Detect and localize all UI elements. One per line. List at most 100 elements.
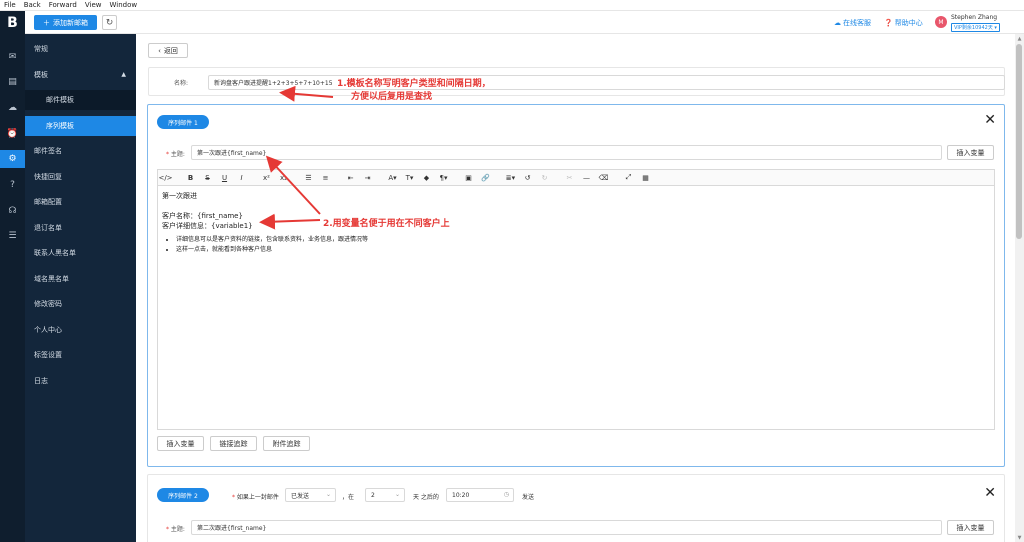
days-select[interactable]: 2 ⌄ [365, 488, 405, 502]
scrollbar-thumb[interactable] [1016, 44, 1022, 239]
menu-view[interactable]: View [85, 1, 102, 9]
preview-icon[interactable]: ▦ [638, 170, 653, 185]
cut-icon[interactable]: ✂ [562, 170, 577, 185]
subject-input[interactable]: 第二次跟进{first_name} [191, 520, 942, 535]
chevron-up-icon: ▲ [121, 71, 126, 78]
user-name[interactable]: Stephen Zhang [951, 14, 997, 21]
online-service-link[interactable]: ☁ 在线客服 [834, 18, 871, 28]
scroll-down-icon[interactable]: ▼ [1015, 533, 1024, 542]
sidebar-item-tag-settings[interactable]: 标签设置 [25, 345, 136, 365]
menu-file[interactable]: File [4, 1, 16, 9]
back-label: 返回 [163, 46, 178, 55]
vip-badge[interactable]: VIP剩余10942天 ▾ [951, 23, 1000, 32]
insert-variable-button[interactable]: 插入变量 [947, 145, 994, 160]
link-tracking-button[interactable]: 链接追踪 [210, 436, 257, 451]
numbered-list-icon[interactable]: ≡ [318, 170, 333, 185]
sidebar-item-contact-blacklist[interactable]: 联系人黑名单 [25, 243, 136, 263]
status-select[interactable]: 已发送 ⌄ [285, 488, 336, 502]
logo-letter: B [7, 14, 18, 31]
scroll-up-icon[interactable]: ▲ [1015, 34, 1024, 43]
subscript-icon[interactable]: x₂ [276, 170, 291, 185]
fullscreen-icon[interactable]: ⤢ [621, 170, 636, 185]
outdent-icon[interactable]: ⇤ [343, 170, 358, 185]
italic-icon[interactable]: I [234, 170, 249, 185]
insert-variable-label: 插入变量 [956, 523, 985, 532]
alarm-icon[interactable]: ⏰ [0, 125, 25, 143]
font-color-icon[interactable]: A▾ [385, 170, 400, 185]
menu-forward[interactable]: Forward [49, 1, 77, 9]
image-icon[interactable]: ▣ [461, 170, 476, 185]
sidebar-item-quick-replies[interactable]: 快捷回复 [25, 167, 136, 187]
refresh-button[interactable]: ↻ [102, 15, 117, 30]
sequence-email-2-tab[interactable]: 序列邮件 2 [157, 488, 209, 502]
link-icon[interactable]: 🔗 [478, 170, 493, 185]
condition-days-after: 天 之后的 [413, 494, 439, 501]
paragraph-icon[interactable]: ¶▾ [436, 170, 451, 185]
underline-icon[interactable]: U [217, 170, 232, 185]
gear-icon[interactable]: ⚙ [0, 150, 25, 168]
avatar[interactable]: M [935, 16, 947, 28]
align-icon[interactable]: ≣▾ [503, 170, 518, 185]
eraser-icon[interactable]: ⌫ [596, 170, 611, 185]
bold-icon[interactable]: B [183, 170, 198, 185]
indent-icon[interactable]: ⇥ [360, 170, 375, 185]
app-logo[interactable]: B [0, 11, 25, 34]
list-icon[interactable]: ☰ [0, 227, 25, 245]
help-center-label: 帮助中心 [894, 19, 923, 27]
sidebar-item-signatures[interactable]: 邮件签名 [25, 141, 136, 161]
headset-icon[interactable]: ☊ [0, 202, 25, 220]
vip-label: VIP剩余10942天 [954, 25, 993, 31]
insert-variable-bottom-button[interactable]: 插入变量 [157, 436, 204, 451]
sidebar-item-unsubscribe-list[interactable]: 退订名单 [25, 218, 136, 238]
editor-toolbar: </> B S U I x² x₂ ☰ ≡ ⇤ ⇥ A▾ T▾ ◆ ¶▾ ▣ 🔗… [157, 169, 995, 186]
insert-variable-button[interactable]: 插入变量 [947, 520, 994, 535]
template-name-section: 名称: 新询盘客户跟进提醒1+2+3+5+7+10+15 [148, 67, 1005, 96]
chevron-down-icon: ⌄ [394, 491, 400, 498]
menu-back[interactable]: Back [24, 1, 41, 9]
close-icon[interactable]: ✕ [984, 113, 996, 127]
add-mailbox-button[interactable]: ＋ 添加新邮箱 [34, 15, 97, 30]
subject-input[interactable]: 第一次跟进{first_name} [191, 145, 942, 160]
time-picker[interactable]: 10:20 ◷ [446, 488, 514, 502]
sidebar-item-mailbox-config[interactable]: 邮箱配置 [25, 192, 136, 212]
button-label: 插入变量 [166, 439, 195, 448]
strikethrough-icon[interactable]: S [200, 170, 215, 185]
cloud-icon[interactable]: ☁ [0, 99, 25, 117]
sidebar-item-label: 退订名单 [34, 224, 62, 232]
subject-label: * 主题: [166, 151, 185, 158]
highlight-icon[interactable]: ◆ [419, 170, 434, 185]
mail-icon[interactable]: ✉ [0, 48, 25, 66]
undo-icon[interactable]: ↺ [520, 170, 535, 185]
chevron-down-icon: ⌄ [325, 491, 331, 498]
superscript-icon[interactable]: x² [259, 170, 274, 185]
template-name-input[interactable]: 新询盘客户跟进提醒1+2+3+5+7+10+15 [208, 75, 1005, 90]
help-center-link[interactable]: ❓ 帮助中心 [884, 18, 923, 28]
code-view-icon[interactable]: </> [158, 170, 173, 185]
email-body-editor[interactable]: 第一次跟进 客户名称：{first_name} 客户详细信息：{variable… [157, 186, 995, 430]
back-button[interactable]: ‹ 返回 [148, 43, 188, 58]
condition-prefix: * 如果上一封邮件 [232, 494, 279, 501]
contacts-icon[interactable]: ▤ [0, 73, 25, 91]
editor-blank-line [162, 201, 990, 211]
sidebar-item-profile[interactable]: 个人中心 [25, 320, 136, 340]
sidebar-item-change-password[interactable]: 修改密码 [25, 294, 136, 314]
attachment-tracking-button[interactable]: 附件追踪 [263, 436, 310, 451]
horizontal-rule-icon[interactable]: — [579, 170, 594, 185]
bullet-list-icon[interactable]: ☰ [301, 170, 316, 185]
close-icon[interactable]: ✕ [984, 486, 996, 500]
sequence-email-1-tab[interactable]: 序列邮件 1 [157, 115, 209, 129]
time-value: 10:20 [452, 491, 470, 499]
redo-icon[interactable]: ↻ [537, 170, 552, 185]
sidebar-item-templates[interactable]: 模板 ▲ [25, 65, 136, 85]
help-icon[interactable]: ? [0, 176, 25, 194]
menu-window[interactable]: Window [110, 1, 138, 9]
sidebar-item-domain-blacklist[interactable]: 域名黑名单 [25, 269, 136, 289]
sidebar-item-general[interactable]: 常规 [25, 39, 136, 59]
os-menu-bar: File Back Forward View Window [0, 0, 1024, 11]
list-item: 这样一点击，就能看到各种客户信息 [176, 245, 990, 255]
sidebar-item-sequence-templates[interactable]: 序列模板 [25, 116, 136, 136]
sidebar-item-email-templates[interactable]: 邮件模板 [25, 90, 136, 110]
sequence-email-1: 序列邮件 1 ✕ * 主题: 第一次跟进{first_name} 插入变量 </… [147, 104, 1005, 467]
font-size-icon[interactable]: T▾ [402, 170, 417, 185]
sidebar-item-logs[interactable]: 日志 [25, 371, 136, 391]
